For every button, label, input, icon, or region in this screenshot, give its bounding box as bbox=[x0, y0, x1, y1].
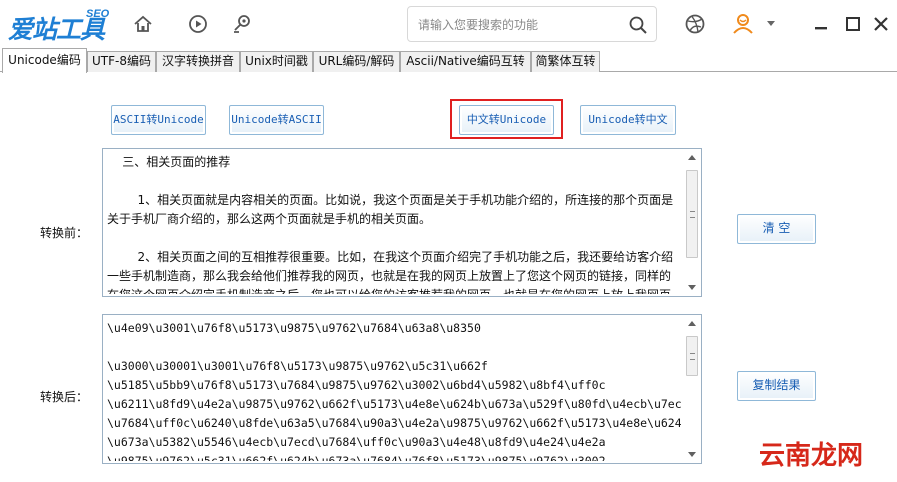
scroll-down-icon[interactable] bbox=[688, 452, 696, 457]
ascii-to-unicode-button[interactable]: ASCII转Unicode bbox=[111, 105, 206, 135]
scroll-up-icon[interactable] bbox=[688, 155, 696, 160]
close-icon[interactable] bbox=[868, 11, 894, 37]
tab-utf8[interactable]: UTF-8编码 bbox=[87, 51, 156, 72]
minimize-icon[interactable] bbox=[808, 11, 834, 37]
chinese-to-unicode-button[interactable]: 中文转Unicode bbox=[459, 105, 554, 135]
app-logo: 爱站工具包 SEO bbox=[8, 6, 116, 80]
maximize-icon[interactable] bbox=[840, 11, 866, 37]
search-input[interactable] bbox=[418, 15, 618, 35]
dribbble-icon[interactable] bbox=[682, 11, 708, 37]
tab-unix-time[interactable]: Unix时间戳 bbox=[240, 51, 313, 72]
user-icon[interactable] bbox=[730, 11, 756, 37]
tab-unicode[interactable]: Unicode编码 bbox=[2, 48, 87, 73]
output-textarea[interactable]: \u4e09\u3001\u76f8\u5173\u9875\u9762\u76… bbox=[102, 314, 702, 464]
tab-simplified-traditional[interactable]: 简繁体互转 bbox=[531, 51, 600, 72]
home-icon[interactable] bbox=[130, 11, 156, 37]
unicode-to-chinese-button[interactable]: Unicode转中文 bbox=[580, 105, 676, 135]
watermark: 云南龙网 bbox=[758, 441, 863, 471]
input-text: 三、相关页面的推荐 1、相关页面就是内容相关的页面。比如说，我这个页面是关于手机… bbox=[107, 155, 674, 294]
tab-bar: Unicode编码 UTF-8编码 汉字转换拼音 Unix时间戳 URL编码/解… bbox=[0, 48, 897, 73]
tab-pinyin[interactable]: 汉字转换拼音 bbox=[156, 51, 240, 72]
tab-url-encode[interactable]: URL编码/解码 bbox=[313, 51, 400, 72]
scroll-up-icon[interactable] bbox=[688, 321, 696, 326]
scroll-thumb[interactable] bbox=[686, 170, 698, 258]
search-box bbox=[407, 6, 657, 42]
clear-button[interactable]: 清 空 bbox=[737, 214, 816, 244]
input-scrollbar[interactable] bbox=[684, 150, 700, 295]
tab-ascii-native[interactable]: Ascii/Native编码互转 bbox=[400, 51, 531, 72]
search-icon[interactable] bbox=[628, 15, 648, 35]
input-textarea[interactable]: 三、相关页面的推荐 1、相关页面就是内容相关的页面。比如说，我这个页面是关于手机… bbox=[102, 148, 702, 297]
title-bar: 爱站工具包 SEO bbox=[0, 0, 897, 80]
play-icon[interactable] bbox=[185, 11, 211, 37]
scroll-thumb[interactable] bbox=[686, 336, 698, 376]
scroll-down-icon[interactable] bbox=[688, 285, 696, 290]
output-text: \u4e09\u3001\u76f8\u5173\u9875\u9762\u76… bbox=[107, 321, 681, 461]
copy-result-button[interactable]: 复制结果 bbox=[737, 371, 816, 401]
chevron-down-icon[interactable] bbox=[763, 11, 779, 37]
after-label: 转换后： bbox=[40, 390, 89, 404]
settings-pin-icon[interactable] bbox=[229, 11, 255, 37]
before-label: 转换前： bbox=[40, 226, 89, 240]
unicode-to-ascii-button[interactable]: Unicode转ASCII bbox=[229, 105, 324, 135]
unicode-panel: ASCII转Unicode Unicode转ASCII 中文转Unicode U… bbox=[0, 72, 897, 482]
logo-sub: SEO bbox=[86, 8, 110, 20]
output-scrollbar[interactable] bbox=[684, 316, 700, 462]
